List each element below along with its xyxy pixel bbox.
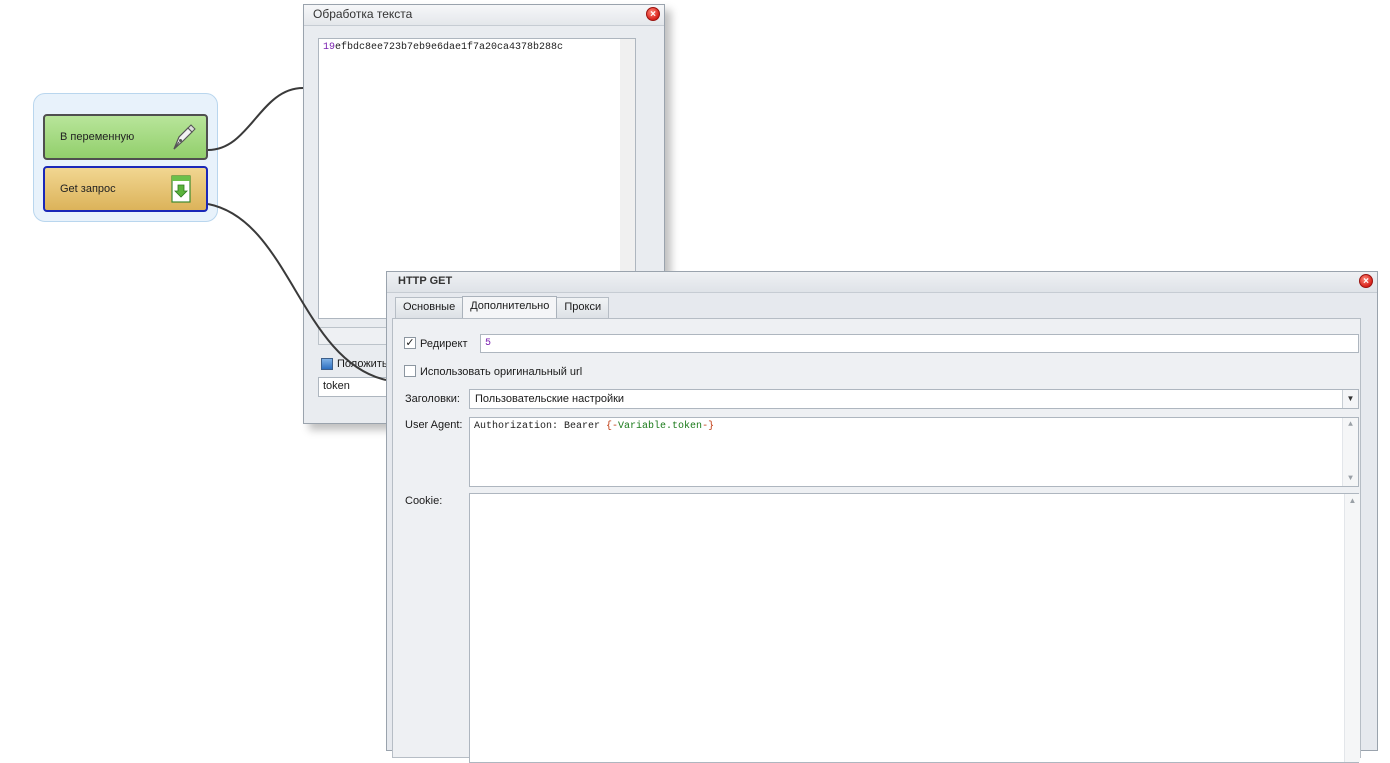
save-to-variable-checkbox[interactable] xyxy=(321,358,333,370)
user-agent-scrollbar[interactable]: ▲ ▼ xyxy=(1342,418,1358,486)
pen-nib-icon xyxy=(173,124,196,150)
user-agent-input[interactable]: Authorization: Bearer {-Variable.token-}… xyxy=(469,417,1359,487)
advanced-panel: ✓ Редирект 5 Использовать оригинальный u… xyxy=(392,318,1361,763)
user-agent-prefix: Authorization: Bearer xyxy=(474,421,607,432)
get-request-block-label: Get запрос xyxy=(60,183,116,195)
cookie-input[interactable] xyxy=(469,493,1359,763)
variable-close-brace: -} xyxy=(702,421,715,432)
content-prefix: 19 xyxy=(323,42,336,53)
chevron-down-icon[interactable]: ▼ xyxy=(1342,390,1358,408)
use-original-url-checkbox[interactable] xyxy=(404,365,416,377)
close-icon[interactable]: × xyxy=(646,7,660,21)
headers-select-value: Пользовательские настройки xyxy=(475,393,625,405)
scroll-up-icon[interactable]: ▲ xyxy=(1345,494,1360,508)
close-icon[interactable]: × xyxy=(1359,274,1373,288)
tab-strip: Основные Дополнительно Прокси xyxy=(395,296,610,318)
scroll-up-icon[interactable]: ▲ xyxy=(1343,418,1358,432)
redirect-count-input[interactable]: 5 xyxy=(480,334,1359,353)
variable-open-brace: {- xyxy=(606,421,619,432)
tab-advanced[interactable]: Дополнительно xyxy=(462,296,558,318)
cookie-scrollbar[interactable]: ▲ xyxy=(1344,494,1360,762)
scroll-down-icon[interactable]: ▼ xyxy=(1343,472,1358,486)
cookie-label: Cookie: xyxy=(405,495,443,507)
user-agent-label: User Agent: xyxy=(405,419,463,431)
http-get-title: HTTP GET xyxy=(398,275,453,287)
http-get-titlebar[interactable]: HTTP GET × xyxy=(387,272,1377,293)
redirect-checkbox[interactable]: ✓ xyxy=(404,337,416,349)
use-original-url-label: Использовать оригинальный url xyxy=(420,366,583,378)
headers-select[interactable]: Пользовательские настройки ▼ xyxy=(469,389,1359,409)
download-arrow-icon xyxy=(171,175,191,203)
variable-block-label: В переменную xyxy=(60,131,135,143)
wire-to-text-window xyxy=(207,87,304,151)
variable-block[interactable]: В переменную xyxy=(43,114,208,160)
text-processing-title: Обработка текста xyxy=(313,7,413,21)
variable-reference: Variable.token xyxy=(618,421,703,432)
tab-proxy[interactable]: Прокси xyxy=(556,297,610,318)
save-to-variable-label: Положить xyxy=(337,358,388,370)
flow-group: В переменную Get запрос xyxy=(33,93,218,222)
get-request-block[interactable]: Get запрос xyxy=(43,166,208,212)
redirect-label: Редирект xyxy=(420,338,468,350)
http-get-window: HTTP GET × Основные Дополнительно Прокси… xyxy=(386,271,1378,763)
text-processing-titlebar[interactable]: Обработка текста × xyxy=(304,5,664,26)
tab-basic[interactable]: Основные xyxy=(395,297,464,318)
headers-label: Заголовки: xyxy=(405,393,460,405)
content-rest: efbdc8ee723b7eb9e6dae1f7a20ca4378b288c xyxy=(335,42,564,53)
